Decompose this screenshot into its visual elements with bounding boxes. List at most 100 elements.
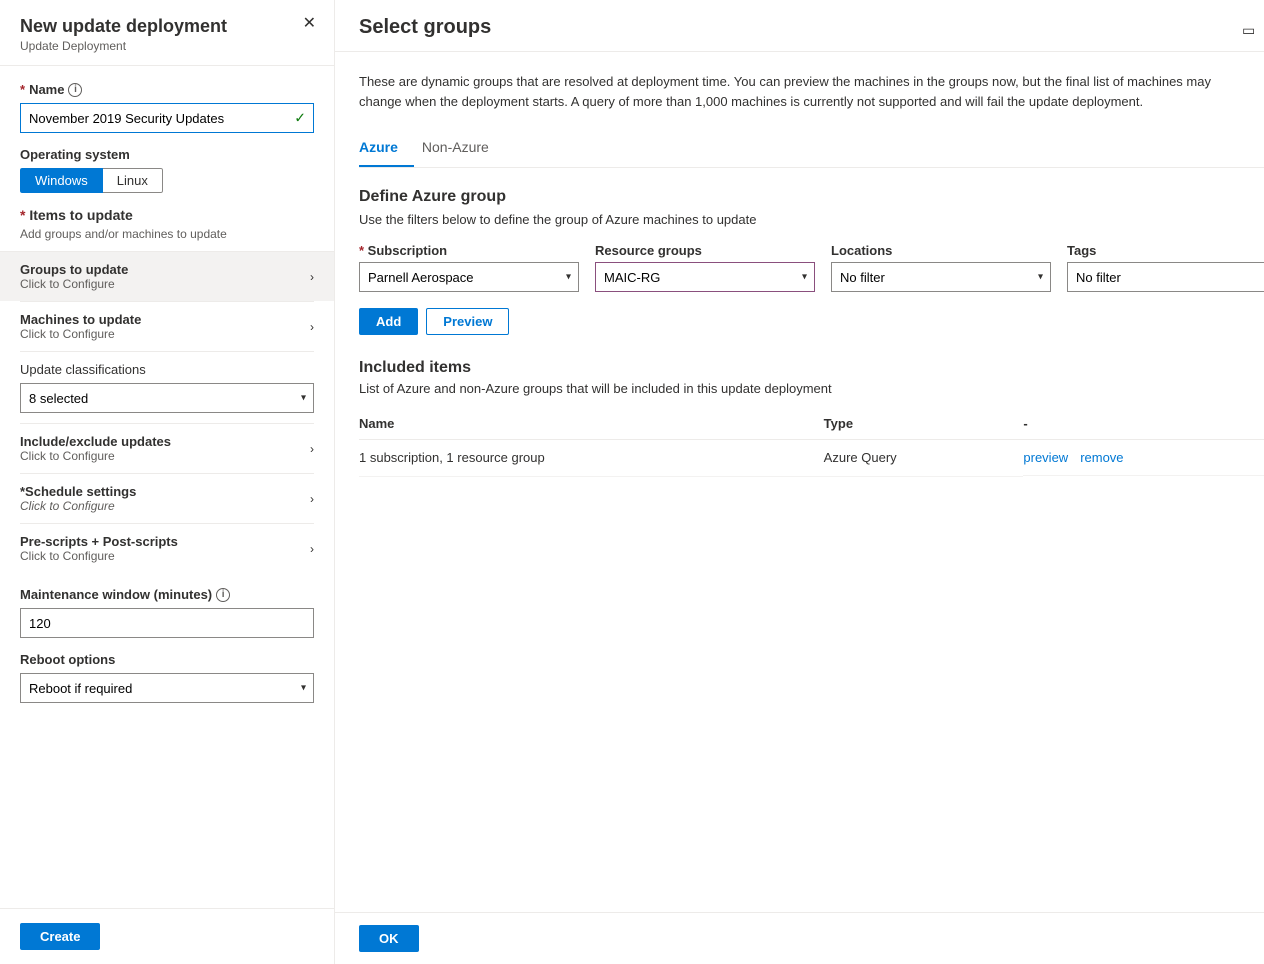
include-exclude-item[interactable]: Include/exclude updates Click to Configu… (20, 423, 314, 473)
reboot-options-group: Reboot options Reboot if required Never … (20, 652, 314, 703)
groups-title: Groups to update (20, 262, 128, 277)
scripts-content: Pre-scripts + Post-scripts Click to Conf… (20, 534, 178, 563)
tab-non-azure[interactable]: Non-Azure (422, 131, 505, 167)
os-toggle: Windows Linux (20, 168, 163, 193)
remove-link-button[interactable]: remove (1080, 450, 1123, 465)
include-exclude-content: Include/exclude updates Click to Configu… (20, 434, 171, 463)
schedule-chevron-icon: › (310, 492, 314, 506)
classifications-select-wrapper: 8 selected ▾ (20, 383, 314, 413)
included-desc: List of Azure and non-Azure groups that … (359, 381, 1264, 396)
col-type: Type (824, 408, 1024, 440)
subscription-select[interactable]: Parnell Aerospace (359, 262, 579, 292)
name-input[interactable] (20, 103, 314, 133)
panel-title: New update deployment (20, 16, 314, 37)
maintenance-info-icon[interactable]: i (216, 588, 230, 602)
machines-sub: Click to Configure (20, 327, 141, 341)
reboot-label-text: Reboot options (20, 652, 115, 667)
os-linux-button[interactable]: Linux (103, 168, 163, 193)
right-panel: Select groups ▭ ✕ These are dynamic grou… (335, 0, 1264, 964)
os-label: Operating system (20, 147, 314, 162)
close-left-button[interactable]: ✕ (299, 14, 320, 34)
os-windows-button[interactable]: Windows (20, 168, 103, 193)
scripts-chevron-icon: › (310, 542, 314, 556)
maintenance-window-group: Maintenance window (minutes) i (20, 587, 314, 638)
included-heading: Included items (359, 359, 1264, 377)
tab-azure[interactable]: Azure (359, 131, 414, 167)
row-type: Azure Query (824, 440, 1024, 477)
resource-groups-select[interactable]: MAIC-RG No filter (595, 262, 815, 292)
define-group-desc: Use the filters below to define the grou… (359, 212, 1264, 227)
schedule-title: *Schedule settings (20, 484, 136, 499)
locations-dropdown: No filter ▾ (831, 262, 1051, 292)
tags-select[interactable]: No filter (1067, 262, 1264, 292)
name-checkmark: ✓ (294, 110, 306, 127)
items-label-text: Items to update (29, 207, 132, 223)
right-panel-title: Select groups (359, 16, 491, 51)
scripts-item[interactable]: Pre-scripts + Post-scripts Click to Conf… (20, 523, 314, 573)
os-label-text: Operating system (20, 147, 130, 162)
right-footer: OK (335, 912, 1264, 964)
resource-groups-filter: Resource groups MAIC-RG No filter ▾ (595, 243, 815, 292)
groups-content: Groups to update Click to Configure (20, 262, 128, 291)
reboot-select[interactable]: Reboot if required Never reboot Always r… (20, 673, 314, 703)
include-exclude-title: Include/exclude updates (20, 434, 171, 449)
include-exclude-chevron-icon: › (310, 442, 314, 456)
name-label-text: Name (29, 82, 64, 97)
machines-to-update-item[interactable]: Machines to update Click to Configure › (20, 301, 314, 351)
create-button[interactable]: Create (20, 923, 100, 950)
name-required-star: * (20, 82, 25, 97)
col-actions: - (1023, 408, 1264, 440)
name-info-icon[interactable]: i (68, 83, 82, 97)
table-body: 1 subscription, 1 resource group Azure Q… (359, 440, 1264, 477)
col-name: Name (359, 408, 824, 440)
left-header: New update deployment Update Deployment … (0, 0, 334, 66)
maximize-button[interactable]: ▭ (1238, 20, 1259, 41)
include-exclude-sub: Click to Configure (20, 449, 171, 463)
name-label: * Name i (20, 82, 314, 97)
locations-select[interactable]: No filter (831, 262, 1051, 292)
maintenance-label: Maintenance window (minutes) i (20, 587, 314, 602)
preview-link-button[interactable]: preview (1023, 450, 1068, 465)
groups-to-update-item[interactable]: Groups to update Click to Configure › (0, 251, 334, 301)
locations-label: Locations (831, 243, 1051, 258)
preview-button[interactable]: Preview (426, 308, 509, 335)
right-body: These are dynamic groups that are resolv… (335, 52, 1264, 912)
items-section-title: * Items to update (20, 207, 314, 223)
machines-chevron-icon: › (310, 320, 314, 334)
schedule-sub: Click to Configure (20, 499, 136, 513)
left-body: * Name i ✓ Operating system Windows Linu… (0, 66, 334, 908)
os-field-group: Operating system Windows Linux (20, 147, 314, 193)
resource-groups-label: Resource groups (595, 243, 815, 258)
groups-sub: Click to Configure (20, 277, 128, 291)
left-footer: Create (0, 908, 334, 964)
resource-groups-dropdown: MAIC-RG No filter ▾ (595, 262, 815, 292)
tags-filter: Tags No filter ▾ (1067, 243, 1264, 292)
panel-subtitle: Update Deployment (20, 39, 314, 53)
machines-content: Machines to update Click to Configure (20, 312, 141, 341)
subscription-filter: * Subscription Parnell Aerospace ▾ (359, 243, 579, 292)
locations-filter: Locations No filter ▾ (831, 243, 1051, 292)
maintenance-window-input[interactable] (20, 608, 314, 638)
filters-row: * Subscription Parnell Aerospace ▾ Resou… (359, 243, 1264, 292)
subscription-label: * Subscription (359, 243, 579, 258)
scripts-sub: Click to Configure (20, 549, 178, 563)
define-group-heading: Define Azure group (359, 188, 1264, 206)
classifications-select[interactable]: 8 selected (20, 383, 314, 413)
schedule-item[interactable]: *Schedule settings Click to Configure › (20, 473, 314, 523)
tags-label: Tags (1067, 243, 1264, 258)
right-header-actions: ▭ ✕ (1238, 16, 1264, 41)
classifications-dropdown-wrapper: 8 selected ▾ (20, 383, 314, 413)
included-items-table: Name Type - 1 subscription, 1 resource g… (359, 408, 1264, 477)
maintenance-label-text: Maintenance window (minutes) (20, 587, 212, 602)
ok-button[interactable]: OK (359, 925, 419, 952)
add-button[interactable]: Add (359, 308, 418, 335)
classifications-title: Update classifications (20, 362, 146, 377)
items-to-update-section: * Items to update Add groups and/or mach… (20, 207, 314, 573)
scripts-title: Pre-scripts + Post-scripts (20, 534, 178, 549)
tags-dropdown: No filter ▾ (1067, 262, 1264, 292)
reboot-label: Reboot options (20, 652, 314, 667)
left-panel: New update deployment Update Deployment … (0, 0, 335, 964)
subscription-dropdown: Parnell Aerospace ▾ (359, 262, 579, 292)
row-actions: preview remove (1023, 440, 1264, 476)
items-section-desc: Add groups and/or machines to update (20, 227, 314, 241)
